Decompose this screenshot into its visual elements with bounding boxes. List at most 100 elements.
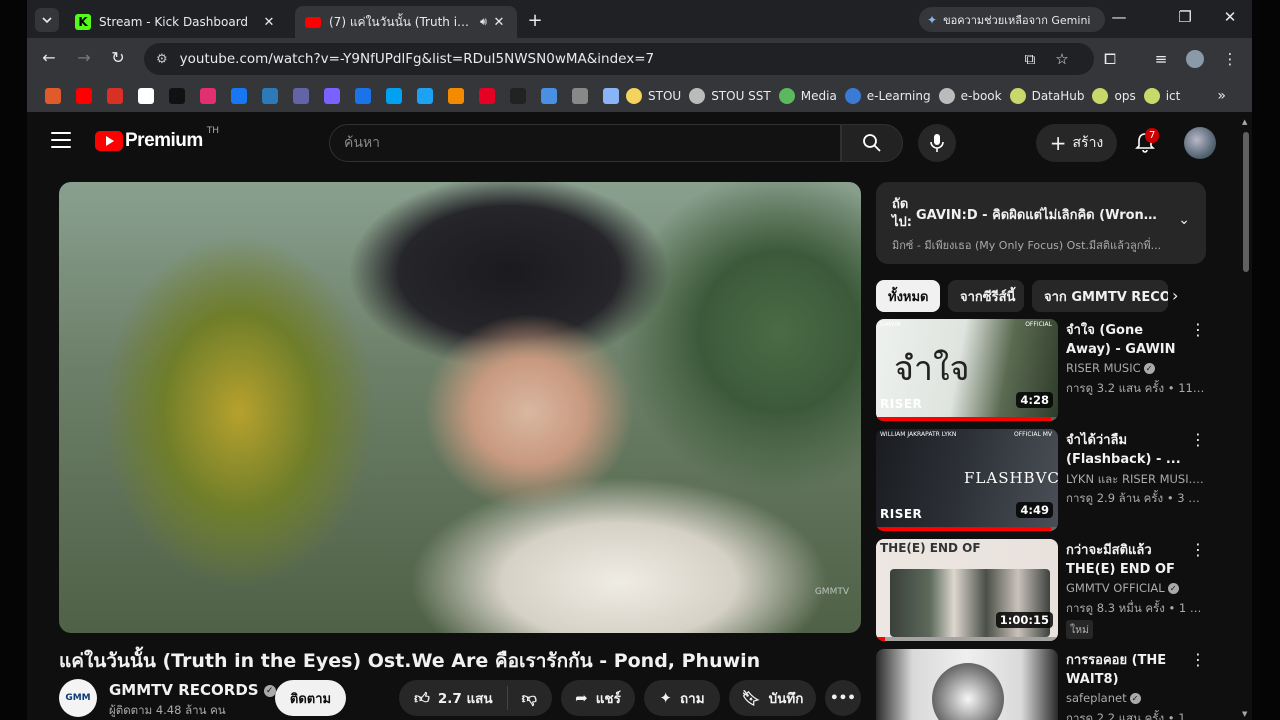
- chip-from-series[interactable]: จากซีรีส์นี้: [948, 280, 1024, 312]
- reload-icon[interactable]: ↻: [107, 48, 129, 67]
- bookmark-site-icon[interactable]: [572, 88, 588, 104]
- up-next-panel[interactable]: ถัดไป: GAVIN:D - คิดผิดแต่ไม่เลิกคิด (Wr…: [876, 182, 1206, 264]
- back-arrow-icon[interactable]: ←: [38, 48, 60, 67]
- video-player[interactable]: GMMTV: [59, 182, 861, 633]
- tab-kick-dashboard[interactable]: K Stream - Kick Dashboard ✕: [65, 6, 287, 38]
- thumbnail-brand: RISER: [880, 397, 923, 411]
- bookmark-site-icon[interactable]: [541, 88, 557, 104]
- bookmark-site-icon[interactable]: [603, 88, 619, 104]
- scrollbar-thumb[interactable]: [1243, 132, 1249, 272]
- media-control-icon[interactable]: ≡: [1151, 50, 1171, 68]
- subscriber-count: ผู้ติดตาม 4.48 ล้าน คน: [109, 703, 226, 717]
- thumbnail-caption: OFFICIAL: [1025, 321, 1052, 328]
- site-info-icon[interactable]: ⚙: [156, 52, 168, 67]
- profile-avatar-icon[interactable]: [1185, 50, 1205, 72]
- recommended-video[interactable]: GAWIN OFFICIAL จำใจ RISER 4:28 จำใจ (Gone Awa…: [876, 319, 1206, 423]
- chip-all[interactable]: ทั้งหมด: [876, 280, 940, 312]
- chevron-down-icon[interactable]: ⌄: [1178, 212, 1190, 228]
- tab-close-icon[interactable]: ✕: [491, 15, 507, 30]
- recommended-channel[interactable]: safeplanet ✓: [1066, 691, 1206, 705]
- bookmark-item[interactable]: Media: [778, 88, 837, 104]
- browser-menu-icon[interactable]: ⋮: [1220, 50, 1240, 68]
- new-tab-button[interactable]: +: [525, 10, 545, 31]
- chevron-right-icon[interactable]: ›: [1172, 286, 1178, 305]
- bookmark-site-icon[interactable]: [138, 88, 154, 104]
- scroll-down-icon[interactable]: ▼: [1242, 710, 1247, 718]
- chip-from-channel[interactable]: จาก GMMTV RECO: [1032, 280, 1168, 312]
- tab-search-button[interactable]: [35, 8, 59, 32]
- search-input[interactable]: ค้นหา: [329, 124, 841, 162]
- bookmark-site-icon[interactable]: [448, 88, 464, 104]
- bookmark-item[interactable]: ict: [1143, 88, 1180, 104]
- recommended-video[interactable]: การรอคอย (THE WAIT8) safeplanet ✓ การดู 2.2…: [876, 649, 1206, 720]
- like-button[interactable]: 👍︎ 2.7 แสน: [400, 686, 508, 710]
- bookmark-folder-icon: [1092, 88, 1109, 104]
- recommended-video[interactable]: THE(E) END OF 1:00:15 กว่าจะมีสติแล้ว THE(…: [876, 539, 1206, 643]
- bookmark-site-icon[interactable]: [107, 88, 123, 104]
- gemini-button[interactable]: ✦ ขอความช่วยเหลือจาก Gemini: [919, 7, 1105, 32]
- subscribe-button[interactable]: ติดตาม: [275, 680, 346, 716]
- forward-arrow-icon[interactable]: →: [73, 48, 95, 67]
- bookmark-site-icon[interactable]: [45, 88, 61, 104]
- minimize-icon[interactable]: —: [1109, 8, 1129, 26]
- video-thumbnail[interactable]: THE(E) END OF 1:00:15: [876, 539, 1058, 641]
- extensions-icon[interactable]: ⧠: [1100, 50, 1120, 68]
- dislike-button[interactable]: 👎︎: [508, 689, 551, 708]
- video-thumbnail[interactable]: WILLIAM JAKRAPATR LYKN OFFICIAL MV FLASHBV…: [876, 429, 1058, 531]
- recommended-channel[interactable]: LYKN และ RISER MUSI...✓: [1066, 471, 1206, 489]
- install-app-icon[interactable]: ⧉: [1020, 50, 1040, 68]
- tab-youtube[interactable]: (7) แค่ในวันนั้น (Truth in the E 🔊︎ ✕: [295, 6, 517, 38]
- bookmark-site-icon[interactable]: [386, 88, 402, 104]
- create-button[interactable]: + สร้าง: [1036, 124, 1117, 162]
- recommended-video[interactable]: WILLIAM JAKRAPATR LYKN OFFICIAL MV FLASHBV…: [876, 429, 1206, 533]
- share-button[interactable]: ➦ แชร์: [561, 680, 635, 716]
- save-button[interactable]: 🔖︎ บันทึก: [729, 680, 816, 716]
- account-avatar[interactable]: [1184, 127, 1216, 159]
- scroll-up-icon[interactable]: ▲: [1242, 118, 1247, 126]
- more-vertical-icon[interactable]: ⋮: [1190, 432, 1206, 448]
- more-actions-button[interactable]: •••: [825, 680, 861, 716]
- bookmark-item[interactable]: STOU: [626, 88, 681, 104]
- bookmark-site-icon[interactable]: [293, 88, 309, 104]
- bookmark-site-icon[interactable]: [510, 88, 526, 104]
- bookmark-site-icon[interactable]: [355, 88, 371, 104]
- youtube-premium-logo[interactable]: Premium TH: [95, 126, 219, 152]
- bookmark-site-icon[interactable]: [324, 88, 340, 104]
- more-vertical-icon[interactable]: ⋮: [1190, 652, 1206, 668]
- window-close-icon[interactable]: ✕: [1220, 8, 1240, 26]
- bookmark-star-icon[interactable]: ☆: [1052, 50, 1072, 68]
- address-bar[interactable]: ⚙ youtube.com/watch?v=-Y9NfUPdlFg&list=R…: [144, 43, 1094, 75]
- video-thumbnail[interactable]: GAWIN OFFICIAL จำใจ RISER 4:28: [876, 319, 1058, 421]
- recommended-channel[interactable]: RISER MUSIC ✓: [1066, 361, 1206, 375]
- search-icon: [863, 134, 881, 152]
- voice-search-button[interactable]: [918, 124, 956, 162]
- recommended-channel[interactable]: GMMTV OFFICIAL ✓: [1066, 581, 1206, 595]
- bookmark-folder-icon: [844, 88, 861, 104]
- bookmark-item[interactable]: STOU SST: [689, 88, 771, 104]
- bookmark-item[interactable]: e-Learning: [844, 88, 931, 104]
- channel-avatar[interactable]: GMM: [59, 679, 97, 717]
- hamburger-menu-icon[interactable]: [51, 132, 71, 148]
- channel-name[interactable]: GMMTV RECORDS ✓: [109, 681, 276, 699]
- bookmark-site-icon[interactable]: [231, 88, 247, 104]
- restore-icon[interactable]: ❐: [1175, 8, 1195, 26]
- search-button[interactable]: [841, 124, 903, 162]
- more-vertical-icon[interactable]: ⋮: [1190, 322, 1206, 338]
- ask-button[interactable]: ✦ ถาม: [644, 680, 720, 716]
- bookmark-item[interactable]: e-book: [938, 88, 1002, 104]
- bookmark-site-icon[interactable]: [479, 88, 495, 104]
- bookmark-site-icon[interactable]: [200, 88, 216, 104]
- bookmark-item[interactable]: ops: [1092, 88, 1136, 104]
- page-scrollbar[interactable]: ▲ ▼: [1240, 112, 1252, 720]
- bookmark-site-icon[interactable]: [169, 88, 185, 104]
- tab-close-icon[interactable]: ✕: [261, 15, 277, 30]
- more-vertical-icon[interactable]: ⋮: [1190, 542, 1206, 558]
- recommended-video-title: การรอคอย (THE WAIT8): [1066, 653, 1167, 687]
- bookmark-site-icon[interactable]: [262, 88, 278, 104]
- more-bookmarks-icon[interactable]: »: [1217, 88, 1226, 104]
- bookmark-item[interactable]: DataHub: [1009, 88, 1084, 104]
- video-thumbnail[interactable]: [876, 649, 1058, 720]
- bookmark-site-icon[interactable]: [76, 88, 92, 104]
- bookmark-site-icon[interactable]: [417, 88, 433, 104]
- speaker-icon[interactable]: 🔊︎: [480, 15, 487, 29]
